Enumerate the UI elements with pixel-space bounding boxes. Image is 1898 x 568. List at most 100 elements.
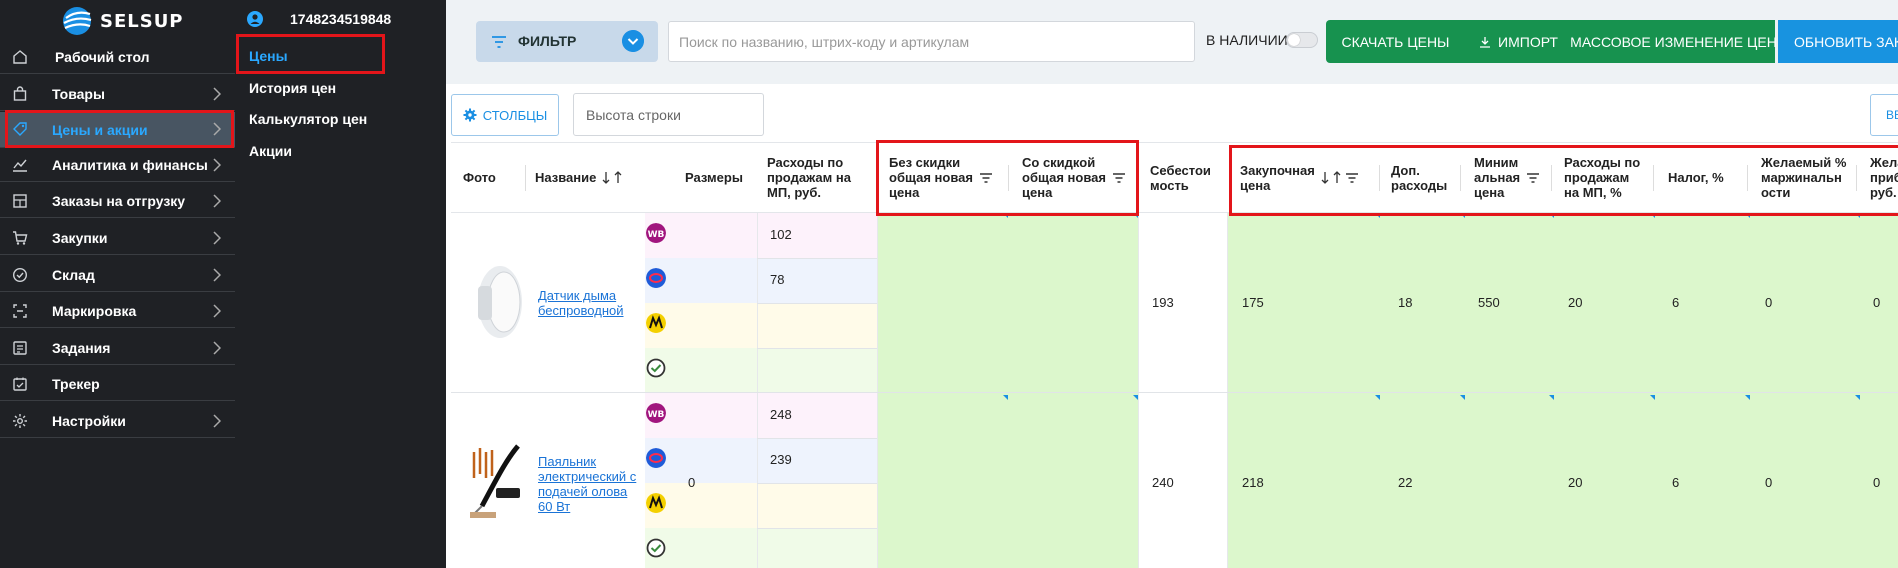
cart-icon [13, 231, 28, 245]
mp-cost-ozon[interactable]: 78 [770, 272, 784, 287]
name-line: Паяльник [538, 454, 597, 469]
mp-row-bg [645, 348, 877, 393]
header-line: мость [1150, 177, 1189, 193]
sidebar-item-purchases[interactable]: Закупки [0, 221, 235, 255]
edit-marker [1133, 395, 1138, 400]
mp-percent-value[interactable]: 20 [1568, 475, 1582, 490]
sidebar-item-label: Маркировка [52, 302, 137, 319]
tax-value[interactable]: 6 [1672, 295, 1679, 310]
header-label: Желаприбруб. [1870, 155, 1898, 200]
columns-button[interactable]: СТОЛБЦЫ [451, 94, 559, 136]
header-line: Себестои [1150, 162, 1211, 178]
column-header-name[interactable]: Название [535, 142, 645, 213]
name-line: Датчик дыма [538, 288, 617, 303]
mp-cost-wb[interactable]: 248 [770, 407, 792, 422]
header-line: альная [1474, 170, 1521, 185]
sort-icon[interactable] [602, 171, 624, 184]
logo[interactable]: SELSUP [60, 4, 184, 38]
header-line: Расходы по [767, 155, 844, 170]
filter-icon[interactable] [1526, 172, 1540, 184]
submenu-item-promos[interactable]: Акции [249, 143, 292, 159]
submenu-item-prices[interactable]: Цены [249, 48, 288, 64]
purchase-price-value[interactable]: 175 [1242, 295, 1264, 310]
column-header-min-price[interactable]: Миним альная цена [1474, 142, 1552, 213]
row-height-input[interactable] [573, 93, 764, 136]
tax-value[interactable]: 6 [1672, 475, 1679, 490]
extra-costs-value[interactable]: 22 [1398, 475, 1412, 490]
tracker-icon [13, 377, 27, 391]
product-name-link[interactable]: Датчик дыма беспроводной [538, 288, 638, 318]
header-line: продажам на [767, 170, 851, 185]
extra-costs-value[interactable]: 18 [1398, 295, 1412, 310]
columns-label: СТОЛБЦЫ [482, 107, 548, 123]
gear-icon [463, 108, 477, 122]
sidebar-item-prices-promos[interactable]: Цены и акции [0, 112, 235, 148]
sidebar-item-orders[interactable]: Заказы на отгрузку [0, 184, 235, 218]
product-photo[interactable] [466, 440, 526, 522]
header-line: Желаемый % [1761, 155, 1847, 170]
mp-cost-ozon[interactable]: 239 [770, 452, 792, 467]
mp-percent-value[interactable]: 20 [1568, 295, 1582, 310]
sidebar-item-settings[interactable]: Настройки [0, 404, 235, 438]
right-toolbar-button[interactable]: ВЕ [1870, 94, 1898, 136]
sidebar-item-tasks[interactable]: Задания [0, 331, 235, 365]
filter-icon [492, 36, 506, 48]
column-header-purchase-price[interactable]: Закупочная цена [1240, 142, 1380, 213]
header-line: Закупочная [1240, 162, 1315, 178]
sidebar-item-marking[interactable]: Маркировка [0, 294, 235, 328]
sidebar-item-dashboard[interactable]: Рабочий стол [0, 40, 235, 74]
bag-icon [13, 86, 27, 101]
min-price-value[interactable]: 550 [1478, 295, 1500, 310]
chevron-down-icon [622, 30, 644, 52]
submenu-item-price-calculator[interactable]: Калькулятор цен [249, 111, 367, 127]
download-prices-button[interactable]: СКАЧАТЬ ЦЕНЫ [1326, 20, 1465, 63]
column-header-photo: Фото [463, 142, 526, 213]
name-line: подачей олова [538, 484, 628, 499]
profit-value[interactable]: 0 [1873, 295, 1880, 310]
selsup-logo-icon [63, 7, 92, 35]
header-line: ости [1761, 185, 1791, 200]
filter-icon[interactable] [1112, 172, 1126, 184]
sidebar-item-products[interactable]: Товары [0, 77, 235, 111]
instock-toggle[interactable] [1286, 32, 1318, 48]
header-line: Доп. [1391, 162, 1420, 178]
chevron-right-icon [213, 87, 221, 101]
edit-marker [1650, 395, 1655, 400]
column-header-no-discount-price[interactable]: Без скидки общая новая цена [889, 142, 1009, 213]
search-input[interactable] [668, 21, 1195, 62]
update-purchase-button[interactable]: ОБНОВИТЬ ЗАКУ [1778, 20, 1898, 63]
margin-value[interactable]: 0 [1765, 475, 1772, 490]
mass-price-change-button[interactable]: МАССОВОЕ ИЗМЕНЕНИЕ ЦЕН [1570, 20, 1777, 63]
mp-row-bg [645, 258, 877, 303]
header-label: Налог, % [1668, 170, 1724, 185]
sidebar-item-label: Склад [52, 266, 95, 283]
header-line: общая новая [1022, 170, 1106, 185]
sidebar-item-tracker[interactable]: Трекер [0, 367, 235, 401]
sidebar-item-analytics[interactable]: Аналитика и финансы [0, 148, 235, 182]
sidebar-item-warehouse[interactable]: Склад [0, 258, 235, 292]
column-header-cost: Себестои мость [1150, 142, 1227, 213]
header-label: Название [535, 170, 597, 185]
svg-text:WB: WB [648, 410, 665, 420]
chevron-right-icon [213, 341, 221, 355]
barcode-icon [13, 304, 27, 318]
svg-text:WB: WB [648, 230, 665, 240]
edit-marker [1549, 395, 1554, 400]
product-photo[interactable] [470, 262, 524, 344]
product-name-link[interactable]: Паяльник электрический с подачей олова 6… [538, 454, 648, 514]
filter-icon[interactable] [1345, 172, 1359, 184]
column-header-with-discount-price[interactable]: Со скидкой общая новая цена [1022, 142, 1138, 213]
filter-icon[interactable] [979, 172, 993, 184]
margin-value[interactable]: 0 [1765, 295, 1772, 310]
profit-value[interactable]: 0 [1873, 475, 1880, 490]
sort-icon[interactable] [1321, 171, 1343, 184]
purchase-price-value[interactable]: 218 [1242, 475, 1264, 490]
filter-button[interactable]: ФИЛЬТР [476, 21, 658, 62]
header-line: на МП, % [1564, 185, 1622, 200]
mp-cost-wb[interactable]: 102 [770, 227, 792, 242]
column-divider [1138, 213, 1139, 568]
import-button[interactable]: ИМПОРТ [1465, 20, 1572, 63]
header-line: руб. [1870, 185, 1897, 200]
submenu-item-price-history[interactable]: История цен [249, 80, 336, 96]
user-icon[interactable] [247, 11, 263, 27]
